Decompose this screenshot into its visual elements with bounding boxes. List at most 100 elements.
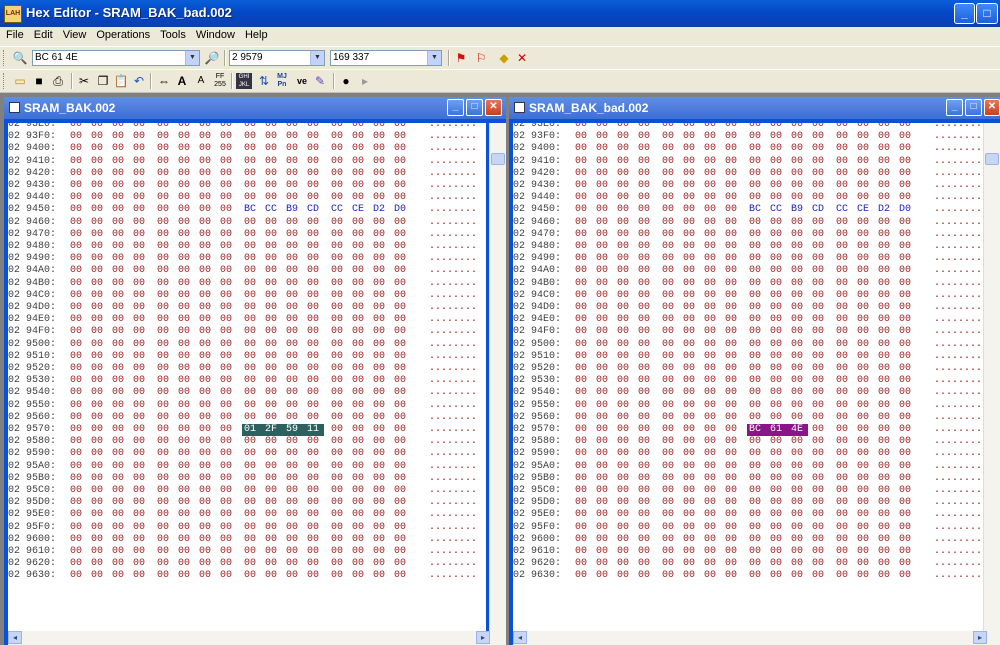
- hex-byte[interactable]: 00: [331, 534, 351, 546]
- hex-byte[interactable]: 00: [857, 131, 877, 143]
- hex-byte[interactable]: 00: [91, 448, 111, 460]
- hex-byte[interactable]: 00: [133, 314, 153, 326]
- hex-byte[interactable]: 00: [704, 123, 724, 131]
- ascii-column[interactable]: ........: [429, 558, 477, 570]
- vertical-scrollbar[interactable]: [983, 123, 1000, 631]
- scroll-left-icon[interactable]: ◂: [513, 631, 527, 644]
- hex-byte[interactable]: 00: [331, 241, 351, 253]
- hex-byte[interactable]: 00: [596, 229, 616, 241]
- hex-row[interactable]: 02 9410: 00 00 00 00 00 00 00 00 00 00 00 00 00 00 00 00…: [513, 156, 992, 168]
- hex-byte[interactable]: 00: [836, 241, 856, 253]
- hex-byte[interactable]: 00: [352, 339, 372, 351]
- hex-byte[interactable]: 00: [157, 461, 177, 473]
- ascii-column[interactable]: ........: [429, 375, 477, 387]
- hex-byte[interactable]: 00: [244, 412, 264, 424]
- hex-byte[interactable]: 00: [725, 448, 745, 460]
- hex-byte[interactable]: 00: [836, 522, 856, 534]
- hex-byte[interactable]: 00: [133, 180, 153, 192]
- hex-byte[interactable]: 00: [725, 192, 745, 204]
- hex-byte[interactable]: 00: [307, 253, 327, 265]
- hex-byte[interactable]: 00: [638, 192, 658, 204]
- minimize-button[interactable]: _: [954, 3, 975, 24]
- hex-byte[interactable]: 00: [878, 302, 898, 314]
- hex-byte[interactable]: 00: [749, 290, 769, 302]
- hex-byte[interactable]: 00: [704, 436, 724, 448]
- hex-byte[interactable]: 00: [286, 351, 306, 363]
- hex-byte[interactable]: 00: [220, 461, 240, 473]
- hex-byte[interactable]: 00: [791, 363, 811, 375]
- hex-byte[interactable]: 00: [394, 326, 414, 338]
- hex-byte[interactable]: 00: [331, 546, 351, 558]
- hex-byte[interactable]: 00: [704, 534, 724, 546]
- hex-byte[interactable]: 00: [596, 326, 616, 338]
- hex-byte[interactable]: 00: [791, 302, 811, 314]
- hex-byte[interactable]: 00: [899, 192, 919, 204]
- hex-byte[interactable]: 00: [265, 436, 285, 448]
- hex-byte[interactable]: 00: [91, 351, 111, 363]
- hex-byte[interactable]: 00: [791, 265, 811, 277]
- hex-row[interactable]: 02 95F0: 00 00 00 00 00 00 00 00 00 00 00 00 00 00 00 00…: [8, 522, 486, 534]
- hex-byte[interactable]: 00: [265, 131, 285, 143]
- hex-byte[interactable]: 00: [244, 436, 264, 448]
- print-icon[interactable]: ⎙: [50, 73, 66, 89]
- hex-byte[interactable]: 00: [770, 534, 790, 546]
- hex-byte[interactable]: 00: [307, 156, 327, 168]
- hex-byte[interactable]: 00: [265, 253, 285, 265]
- hex-byte[interactable]: 00: [352, 326, 372, 338]
- hex-byte[interactable]: 00: [704, 290, 724, 302]
- hex-row[interactable]: 02 93E0: 00 00 00 00 00 00 00 00 00 00 00 00 00 00 00 00…: [513, 123, 992, 131]
- hex-byte[interactable]: 00: [331, 265, 351, 277]
- hex-byte[interactable]: 00: [638, 534, 658, 546]
- hex-byte[interactable]: 00: [662, 363, 682, 375]
- hex-byte[interactable]: 00: [70, 143, 90, 155]
- hex-byte[interactable]: 00: [70, 204, 90, 216]
- hex-byte[interactable]: 00: [91, 131, 111, 143]
- hex-byte[interactable]: BC: [749, 204, 769, 216]
- hex-byte[interactable]: 00: [265, 509, 285, 521]
- hex-byte[interactable]: 00: [265, 375, 285, 387]
- hex-byte[interactable]: 00: [836, 326, 856, 338]
- hex-byte[interactable]: 00: [199, 509, 219, 521]
- hex-row[interactable]: 02 9510: 00 00 00 00 00 00 00 00 00 00 00 00 00 00 00 00…: [513, 351, 992, 363]
- hex-byte[interactable]: 00: [770, 400, 790, 412]
- hex-byte[interactable]: 00: [70, 497, 90, 509]
- hex-byte[interactable]: 00: [575, 497, 595, 509]
- hex-byte[interactable]: 00: [662, 436, 682, 448]
- hex-byte[interactable]: 00: [307, 168, 327, 180]
- hex-byte[interactable]: 00: [878, 485, 898, 497]
- hex-byte[interactable]: 00: [133, 192, 153, 204]
- hex-byte[interactable]: 00: [331, 485, 351, 497]
- hex-byte[interactable]: 00: [791, 546, 811, 558]
- hex-byte[interactable]: 00: [704, 217, 724, 229]
- ascii-column[interactable]: ........: [429, 265, 477, 277]
- hex-byte[interactable]: 00: [220, 546, 240, 558]
- hex-byte[interactable]: 00: [899, 131, 919, 143]
- hex-byte[interactable]: 00: [286, 302, 306, 314]
- hex-byte[interactable]: 00: [617, 546, 637, 558]
- hex-byte[interactable]: 00: [857, 448, 877, 460]
- hex-byte[interactable]: 00: [683, 339, 703, 351]
- hex-byte[interactable]: 00: [178, 290, 198, 302]
- hex-byte[interactable]: 00: [199, 497, 219, 509]
- hex-byte[interactable]: 00: [662, 522, 682, 534]
- hex-byte[interactable]: 00: [575, 278, 595, 290]
- ascii-column[interactable]: ........: [934, 412, 982, 424]
- hex-byte[interactable]: 00: [265, 302, 285, 314]
- hex-byte[interactable]: 00: [899, 570, 919, 582]
- hex-byte[interactable]: 00: [791, 314, 811, 326]
- hex-byte[interactable]: 00: [878, 131, 898, 143]
- hex-byte[interactable]: 00: [244, 509, 264, 521]
- hex-byte[interactable]: 00: [178, 204, 198, 216]
- hex-byte[interactable]: 00: [857, 546, 877, 558]
- hex-byte[interactable]: 00: [662, 351, 682, 363]
- hex-byte[interactable]: 00: [575, 570, 595, 582]
- hex-byte[interactable]: 00: [683, 461, 703, 473]
- hex-byte[interactable]: 00: [725, 436, 745, 448]
- hex-byte[interactable]: 00: [638, 123, 658, 131]
- hex-byte[interactable]: 00: [199, 387, 219, 399]
- hex-byte[interactable]: 00: [352, 229, 372, 241]
- ascii-column[interactable]: ........: [934, 375, 982, 387]
- hex-row[interactable]: 02 9440: 00 00 00 00 00 00 00 00 00 00 00 00 00 00 00 00…: [513, 192, 992, 204]
- hex-byte[interactable]: 00: [352, 375, 372, 387]
- hex-byte[interactable]: 00: [836, 546, 856, 558]
